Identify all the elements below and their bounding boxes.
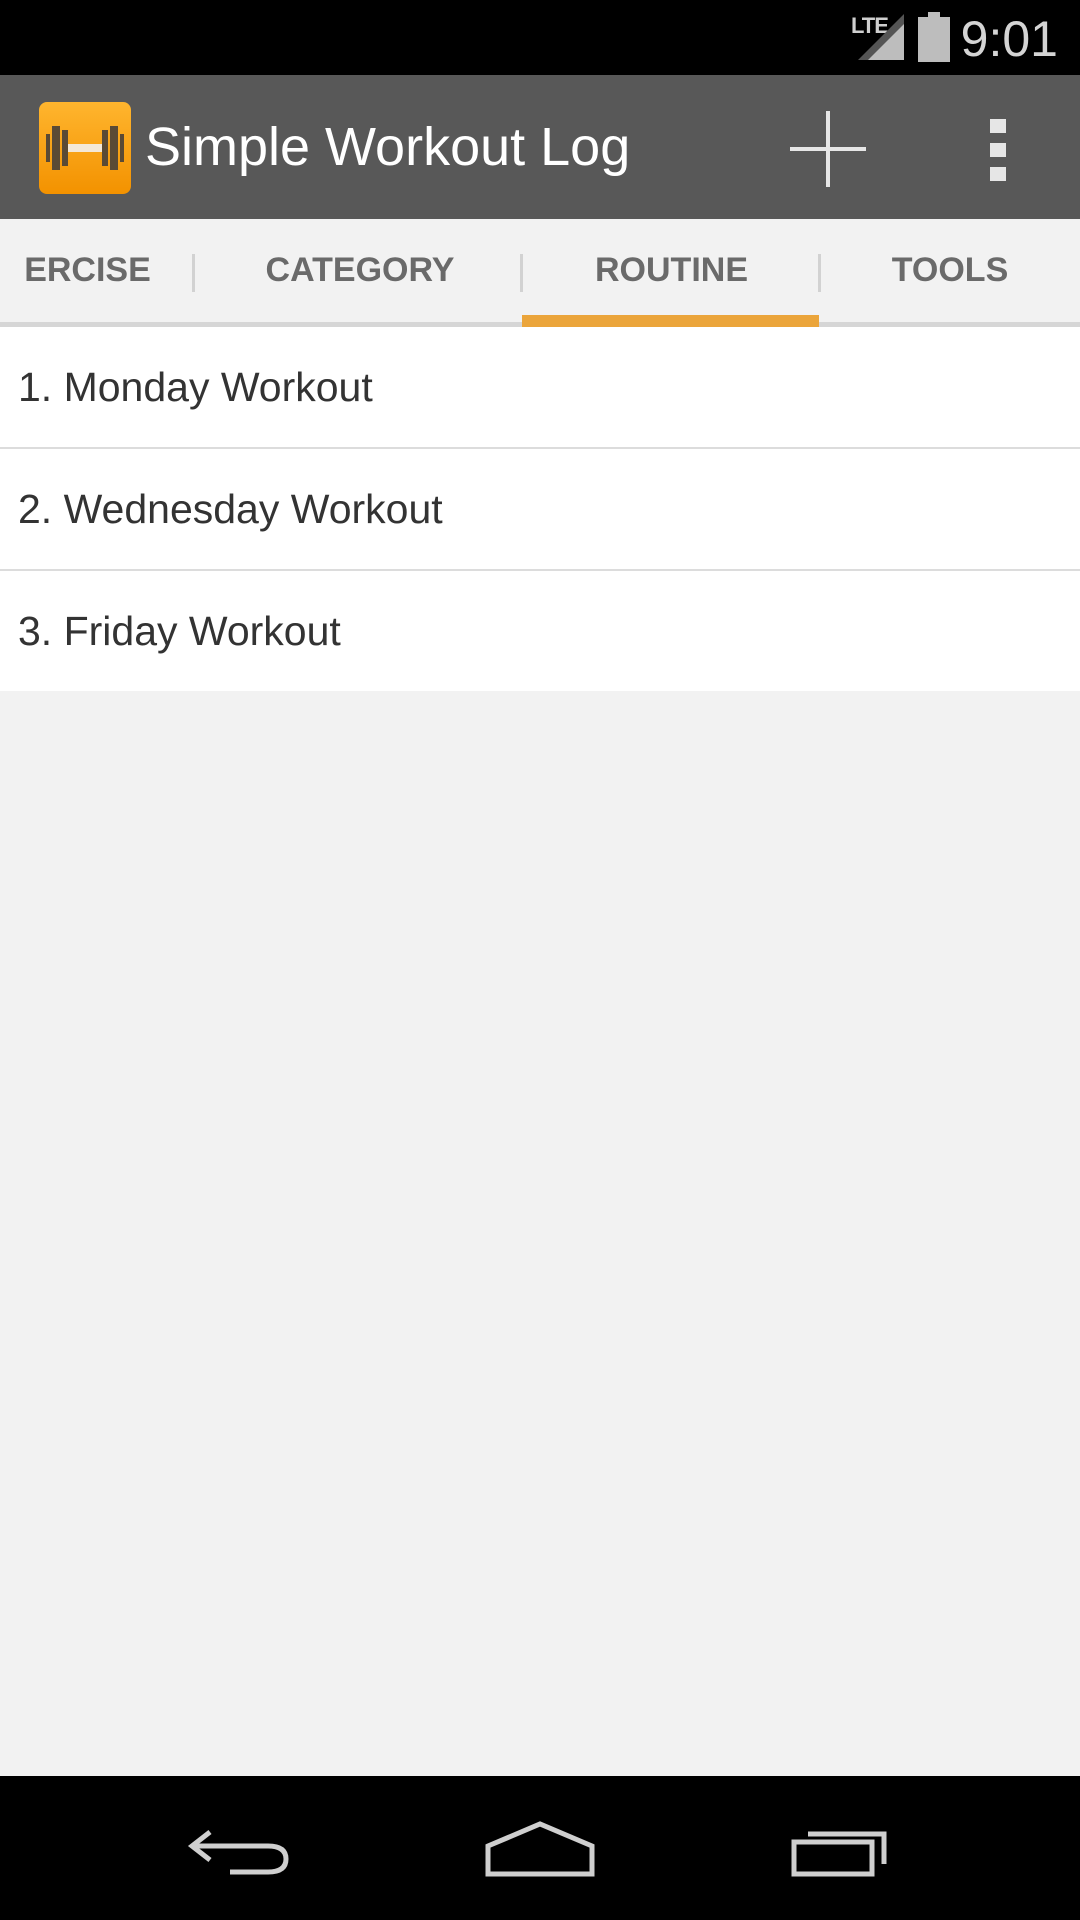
signal-icon (858, 14, 904, 60)
navigation-bar (0, 1776, 1080, 1920)
routine-item-friday[interactable]: 3. Friday Workout (0, 571, 1080, 691)
app-title: Simple Workout Log (145, 117, 631, 177)
tab-category[interactable]: CATEGORY (195, 219, 525, 322)
routine-item-wednesday[interactable]: 2. Wednesday Workout (0, 449, 1080, 571)
tab-tools[interactable]: TOOLS (820, 219, 1080, 322)
battery-icon (918, 12, 950, 62)
plus-icon[interactable] (786, 107, 870, 191)
routine-list: 1. Monday Workout 2. Wednesday Workout 3… (0, 327, 1080, 691)
tab-strip: ERCISE CATEGORY ROUTINE TOOLS (0, 219, 1080, 327)
recents-icon[interactable] (780, 1804, 900, 1894)
back-icon[interactable] (180, 1804, 300, 1894)
app-screen: LTE 9:01 Simple Workout Log ERCISE CATEG… (0, 0, 1080, 1920)
selected-tab-indicator (522, 315, 819, 327)
home-icon[interactable] (480, 1804, 600, 1894)
routine-item-monday[interactable]: 1. Monday Workout (0, 327, 1080, 449)
tab-routine[interactable]: ROUTINE (523, 219, 820, 322)
status-time: 9:01 (960, 11, 1058, 67)
action-bar: Simple Workout Log (0, 75, 1080, 219)
dumbbell-icon[interactable] (39, 102, 131, 194)
tab-exercise[interactable]: ERCISE (0, 219, 195, 322)
status-bar: LTE 9:01 (0, 0, 1080, 75)
overflow-menu-icon[interactable] (968, 107, 1028, 191)
